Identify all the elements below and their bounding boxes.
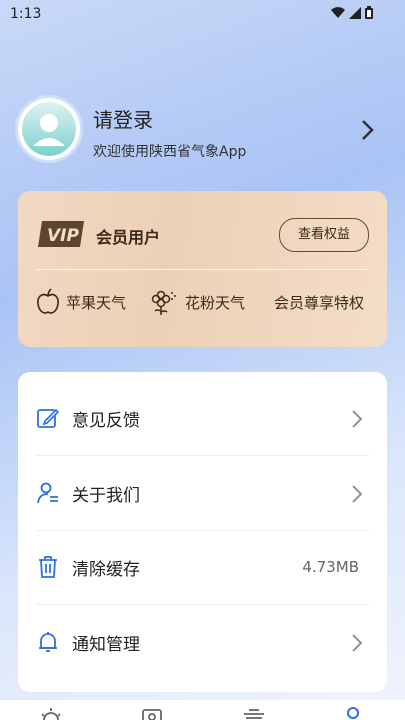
- apple-icon: [37, 288, 59, 314]
- status-icons: [331, 6, 373, 19]
- menu-item-clear-cache[interactable]: 清除缓存 4.73MB: [18, 531, 387, 605]
- menu-item-label: 清除缓存: [72, 560, 140, 580]
- feature-vip-privileges[interactable]: 会员尊享特权: [274, 287, 364, 317]
- status-time: 1:13: [10, 6, 42, 22]
- menu-item-feedback[interactable]: 意见反馈: [18, 382, 387, 456]
- avatar[interactable]: [18, 98, 80, 160]
- bell-icon: [39, 632, 57, 652]
- feature-label: 苹果天气: [66, 293, 127, 312]
- menu-item-notifications[interactable]: 通知管理: [18, 606, 387, 680]
- chevron-right-icon: [352, 634, 363, 652]
- menu-divider: [36, 604, 369, 605]
- vip-badge-icon: VIP: [38, 221, 84, 247]
- vip-card: VIP 会员用户 查看权益 苹果天气 花粉天气 会员尊享特权: [18, 191, 387, 347]
- status-bar: 1:13: [0, 0, 405, 30]
- login-subtitle: 欢迎使用陕西省气象App: [93, 144, 247, 160]
- cache-size: 4.73MB: [302, 558, 359, 576]
- trash-icon: [39, 556, 57, 578]
- chevron-right-icon[interactable]: [358, 118, 378, 142]
- photo-tab-icon[interactable]: [139, 706, 165, 720]
- avatar-icon: [22, 102, 76, 156]
- battery-icon: [365, 6, 373, 19]
- menu-divider: [36, 455, 369, 456]
- signal-icon: [349, 6, 361, 19]
- service-tab-icon[interactable]: [241, 706, 267, 720]
- feature-label: 会员尊享特权: [274, 293, 365, 312]
- feature-apple-weather[interactable]: 苹果天气: [36, 287, 126, 317]
- flower-icon: [151, 290, 176, 315]
- login-title[interactable]: 请登录: [93, 104, 153, 133]
- bottom-tab-bar: [0, 700, 405, 720]
- menu-item-label: 关于我们: [72, 486, 140, 506]
- chevron-right-icon: [352, 410, 363, 428]
- vip-divider: [36, 269, 369, 270]
- menu-item-about[interactable]: 关于我们: [18, 457, 387, 531]
- chevron-right-icon: [352, 485, 363, 503]
- vip-title: 会员用户: [96, 228, 161, 247]
- feedback-edit-icon: [37, 408, 60, 428]
- about-user-icon: [37, 482, 58, 504]
- view-benefits-button[interactable]: 查看权益: [279, 218, 369, 252]
- feature-label: 花粉天气: [185, 293, 246, 312]
- profile-tab-icon[interactable]: [340, 706, 366, 720]
- settings-menu: 意见反馈 关于我们 清除缓存 4.73MB 通知管理: [18, 372, 387, 692]
- login-profile-row[interactable]: 请登录 欢迎使用陕西省气象App: [18, 98, 388, 166]
- feature-pollen-weather[interactable]: 花粉天气: [151, 287, 245, 317]
- menu-item-label: 通知管理: [72, 635, 140, 655]
- menu-item-label: 意见反馈: [72, 411, 140, 431]
- svg-text:VIP: VIP: [47, 226, 79, 246]
- wifi-icon: [331, 6, 345, 18]
- weather-tab-icon[interactable]: [38, 706, 64, 720]
